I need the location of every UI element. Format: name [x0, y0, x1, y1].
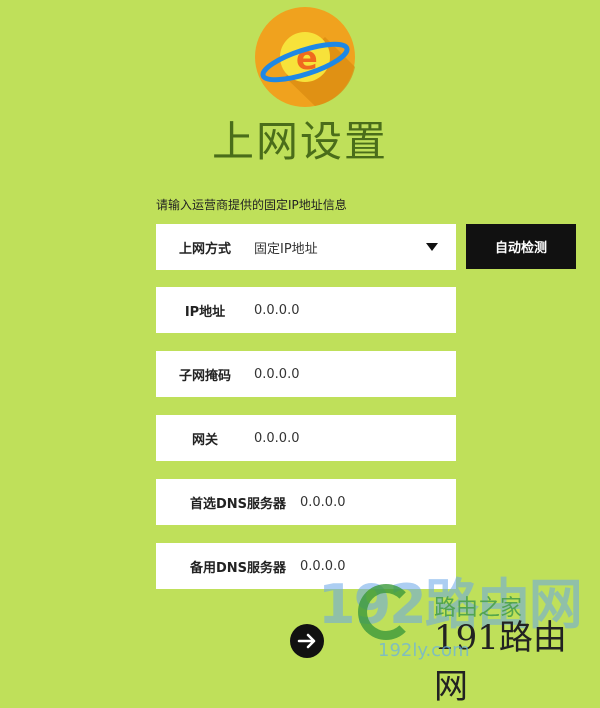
next-button[interactable]	[290, 624, 324, 658]
page-title: 上网设置	[211, 117, 388, 166]
secondary-dns-label: 备用DNS服务器	[189, 560, 286, 576]
subnet-mask-row: 子网掩码	[156, 351, 456, 397]
instruction-text: 请输入运营商提供的固定IP地址信息	[156, 198, 347, 212]
primary-dns-row: 首选DNS服务器	[156, 479, 456, 525]
gateway-row: 网关	[156, 415, 456, 461]
connection-type-value[interactable]: 固定IP地址	[254, 238, 404, 257]
watermark-line1: 路由之家	[434, 596, 523, 621]
watermark-logo-icon	[358, 584, 414, 640]
subnet-mask-label: 子网掩码	[178, 368, 231, 384]
auto-detect-button[interactable]: 自动检测	[466, 224, 576, 269]
connection-type-label: 上网方式	[178, 241, 231, 257]
ip-address-label: IP地址	[184, 304, 226, 320]
arrow-right-icon	[297, 633, 316, 649]
connection-type-select[interactable]: 上网方式 固定IP地址	[156, 224, 456, 270]
watermark-line2: 191路由网	[434, 618, 567, 707]
primary-dns-input[interactable]	[300, 494, 450, 510]
secondary-dns-input[interactable]	[300, 558, 450, 574]
gateway-label: 网关	[191, 432, 218, 448]
ip-address-row: IP地址	[156, 287, 456, 333]
subnet-mask-input[interactable]	[254, 366, 404, 382]
logo-icon: e	[255, 7, 355, 107]
secondary-dns-row: 备用DNS服务器	[156, 543, 456, 589]
watermark-url: 192ly.com	[378, 640, 470, 661]
ip-address-input[interactable]	[254, 302, 404, 318]
caret-down-icon[interactable]	[426, 243, 438, 251]
primary-dns-label: 首选DNS服务器	[189, 496, 286, 512]
gateway-input[interactable]	[254, 430, 404, 446]
